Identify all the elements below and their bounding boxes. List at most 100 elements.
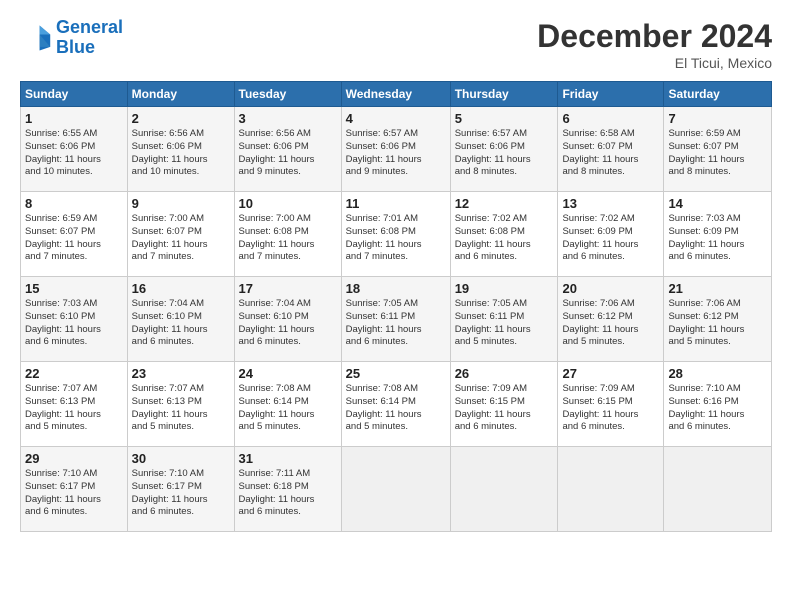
day-info: Sunrise: 7:00 AM Sunset: 6:07 PM Dayligh… [132, 213, 230, 264]
weekday-header: Monday [127, 82, 234, 107]
day-number: 26 [455, 366, 554, 381]
day-number: 18 [346, 281, 446, 296]
location: El Ticui, Mexico [537, 55, 772, 71]
day-number: 6 [562, 111, 659, 126]
day-info: Sunrise: 6:58 AM Sunset: 6:07 PM Dayligh… [562, 128, 659, 179]
day-info: Sunrise: 6:59 AM Sunset: 6:07 PM Dayligh… [25, 213, 123, 264]
calendar-week-row: 8 Sunrise: 6:59 AM Sunset: 6:07 PM Daylig… [21, 192, 772, 277]
calendar-cell: 24 Sunrise: 7:08 AM Sunset: 6:14 PM Dayli… [234, 362, 341, 447]
day-info: Sunrise: 7:05 AM Sunset: 6:11 PM Dayligh… [455, 298, 554, 349]
calendar-cell: 1Sunrise: 6:55 AM Sunset: 6:06 PM Daylig… [21, 107, 128, 192]
calendar-body: 1Sunrise: 6:55 AM Sunset: 6:06 PM Daylig… [21, 107, 772, 532]
day-info: Sunrise: 7:05 AM Sunset: 6:11 PM Dayligh… [346, 298, 446, 349]
weekday-header-row: SundayMondayTuesdayWednesdayThursdayFrid… [21, 82, 772, 107]
day-info: Sunrise: 6:57 AM Sunset: 6:06 PM Dayligh… [346, 128, 446, 179]
day-number: 11 [346, 196, 446, 211]
calendar-cell: 28 Sunrise: 7:10 AM Sunset: 6:16 PM Dayli… [664, 362, 772, 447]
day-number: 4 [346, 111, 446, 126]
calendar-cell: 8 Sunrise: 6:59 AM Sunset: 6:07 PM Daylig… [21, 192, 128, 277]
day-number: 1 [25, 111, 123, 126]
calendar-cell: 31 Sunrise: 7:11 AM Sunset: 6:18 PM Dayli… [234, 447, 341, 532]
day-info: Sunrise: 6:57 AM Sunset: 6:06 PM Dayligh… [455, 128, 554, 179]
day-number: 25 [346, 366, 446, 381]
day-number: 14 [668, 196, 767, 211]
header: General Blue December 2024 El Ticui, Mex… [20, 18, 772, 71]
day-number: 13 [562, 196, 659, 211]
calendar-week-row: 1Sunrise: 6:55 AM Sunset: 6:06 PM Daylig… [21, 107, 772, 192]
calendar-cell: 30 Sunrise: 7:10 AM Sunset: 6:17 PM Dayli… [127, 447, 234, 532]
day-number: 19 [455, 281, 554, 296]
logo-line2: Blue [56, 37, 95, 57]
calendar-cell: 21Sunrise: 7:06 AM Sunset: 6:12 PM Dayli… [664, 277, 772, 362]
day-info: Sunrise: 7:08 AM Sunset: 6:14 PM Dayligh… [346, 383, 446, 434]
calendar-cell: 26Sunrise: 7:09 AM Sunset: 6:15 PM Dayli… [450, 362, 558, 447]
calendar-cell: 10 Sunrise: 7:00 AM Sunset: 6:08 PM Dayli… [234, 192, 341, 277]
day-number: 17 [239, 281, 337, 296]
title-block: December 2024 El Ticui, Mexico [537, 18, 772, 71]
calendar-cell: 13Sunrise: 7:02 AM Sunset: 6:09 PM Dayli… [558, 192, 664, 277]
weekday-header: Thursday [450, 82, 558, 107]
day-number: 9 [132, 196, 230, 211]
calendar-cell [450, 447, 558, 532]
calendar-cell: 15Sunrise: 7:03 AM Sunset: 6:10 PM Dayli… [21, 277, 128, 362]
calendar-cell: 25 Sunrise: 7:08 AM Sunset: 6:14 PM Dayli… [341, 362, 450, 447]
day-info: Sunrise: 7:10 AM Sunset: 6:17 PM Dayligh… [132, 468, 230, 519]
day-info: Sunrise: 6:56 AM Sunset: 6:06 PM Dayligh… [239, 128, 337, 179]
calendar-cell: 19 Sunrise: 7:05 AM Sunset: 6:11 PM Dayli… [450, 277, 558, 362]
day-info: Sunrise: 6:56 AM Sunset: 6:06 PM Dayligh… [132, 128, 230, 179]
day-number: 10 [239, 196, 337, 211]
calendar-week-row: 22 Sunrise: 7:07 AM Sunset: 6:13 PM Dayli… [21, 362, 772, 447]
calendar-cell: 16 Sunrise: 7:04 AM Sunset: 6:10 PM Dayli… [127, 277, 234, 362]
calendar-cell: 20Sunrise: 7:06 AM Sunset: 6:12 PM Dayli… [558, 277, 664, 362]
day-number: 21 [668, 281, 767, 296]
calendar-table: SundayMondayTuesdayWednesdayThursdayFrid… [20, 81, 772, 532]
day-number: 3 [239, 111, 337, 126]
calendar-cell [664, 447, 772, 532]
calendar-cell: 18 Sunrise: 7:05 AM Sunset: 6:11 PM Dayli… [341, 277, 450, 362]
calendar-cell: 5 Sunrise: 6:57 AM Sunset: 6:06 PM Daylig… [450, 107, 558, 192]
logo-text: General Blue [56, 18, 123, 58]
day-info: Sunrise: 7:11 AM Sunset: 6:18 PM Dayligh… [239, 468, 337, 519]
logo-icon [20, 22, 52, 54]
logo-line1: General [56, 17, 123, 37]
day-number: 28 [668, 366, 767, 381]
weekday-header: Friday [558, 82, 664, 107]
calendar-cell: 27Sunrise: 7:09 AM Sunset: 6:15 PM Dayli… [558, 362, 664, 447]
day-info: Sunrise: 7:04 AM Sunset: 6:10 PM Dayligh… [132, 298, 230, 349]
day-number: 8 [25, 196, 123, 211]
day-number: 29 [25, 451, 123, 466]
day-info: Sunrise: 7:07 AM Sunset: 6:13 PM Dayligh… [25, 383, 123, 434]
weekday-header: Tuesday [234, 82, 341, 107]
calendar-week-row: 29 Sunrise: 7:10 AM Sunset: 6:17 PM Dayli… [21, 447, 772, 532]
calendar-cell: 14 Sunrise: 7:03 AM Sunset: 6:09 PM Dayli… [664, 192, 772, 277]
calendar-cell [558, 447, 664, 532]
day-info: Sunrise: 6:59 AM Sunset: 6:07 PM Dayligh… [668, 128, 767, 179]
day-number: 16 [132, 281, 230, 296]
day-info: Sunrise: 7:03 AM Sunset: 6:09 PM Dayligh… [668, 213, 767, 264]
calendar-cell: 7 Sunrise: 6:59 AM Sunset: 6:07 PM Daylig… [664, 107, 772, 192]
day-info: Sunrise: 7:00 AM Sunset: 6:08 PM Dayligh… [239, 213, 337, 264]
day-number: 30 [132, 451, 230, 466]
weekday-header: Sunday [21, 82, 128, 107]
day-number: 31 [239, 451, 337, 466]
calendar-cell: 17 Sunrise: 7:04 AM Sunset: 6:10 PM Dayli… [234, 277, 341, 362]
day-info: Sunrise: 7:03 AM Sunset: 6:10 PM Dayligh… [25, 298, 123, 349]
day-info: Sunrise: 7:10 AM Sunset: 6:16 PM Dayligh… [668, 383, 767, 434]
day-info: Sunrise: 7:07 AM Sunset: 6:13 PM Dayligh… [132, 383, 230, 434]
day-number: 24 [239, 366, 337, 381]
day-info: Sunrise: 7:02 AM Sunset: 6:08 PM Dayligh… [455, 213, 554, 264]
day-number: 22 [25, 366, 123, 381]
calendar-cell: 6 Sunrise: 6:58 AM Sunset: 6:07 PM Daylig… [558, 107, 664, 192]
calendar-cell: 12 Sunrise: 7:02 AM Sunset: 6:08 PM Dayli… [450, 192, 558, 277]
calendar-cell: 22 Sunrise: 7:07 AM Sunset: 6:13 PM Dayli… [21, 362, 128, 447]
calendar-cell: 9 Sunrise: 7:00 AM Sunset: 6:07 PM Daylig… [127, 192, 234, 277]
calendar-cell: 2 Sunrise: 6:56 AM Sunset: 6:06 PM Daylig… [127, 107, 234, 192]
day-info: Sunrise: 7:04 AM Sunset: 6:10 PM Dayligh… [239, 298, 337, 349]
day-info: Sunrise: 7:06 AM Sunset: 6:12 PM Dayligh… [562, 298, 659, 349]
day-number: 5 [455, 111, 554, 126]
day-number: 2 [132, 111, 230, 126]
logo: General Blue [20, 18, 123, 58]
day-number: 12 [455, 196, 554, 211]
day-info: Sunrise: 7:08 AM Sunset: 6:14 PM Dayligh… [239, 383, 337, 434]
day-number: 7 [668, 111, 767, 126]
